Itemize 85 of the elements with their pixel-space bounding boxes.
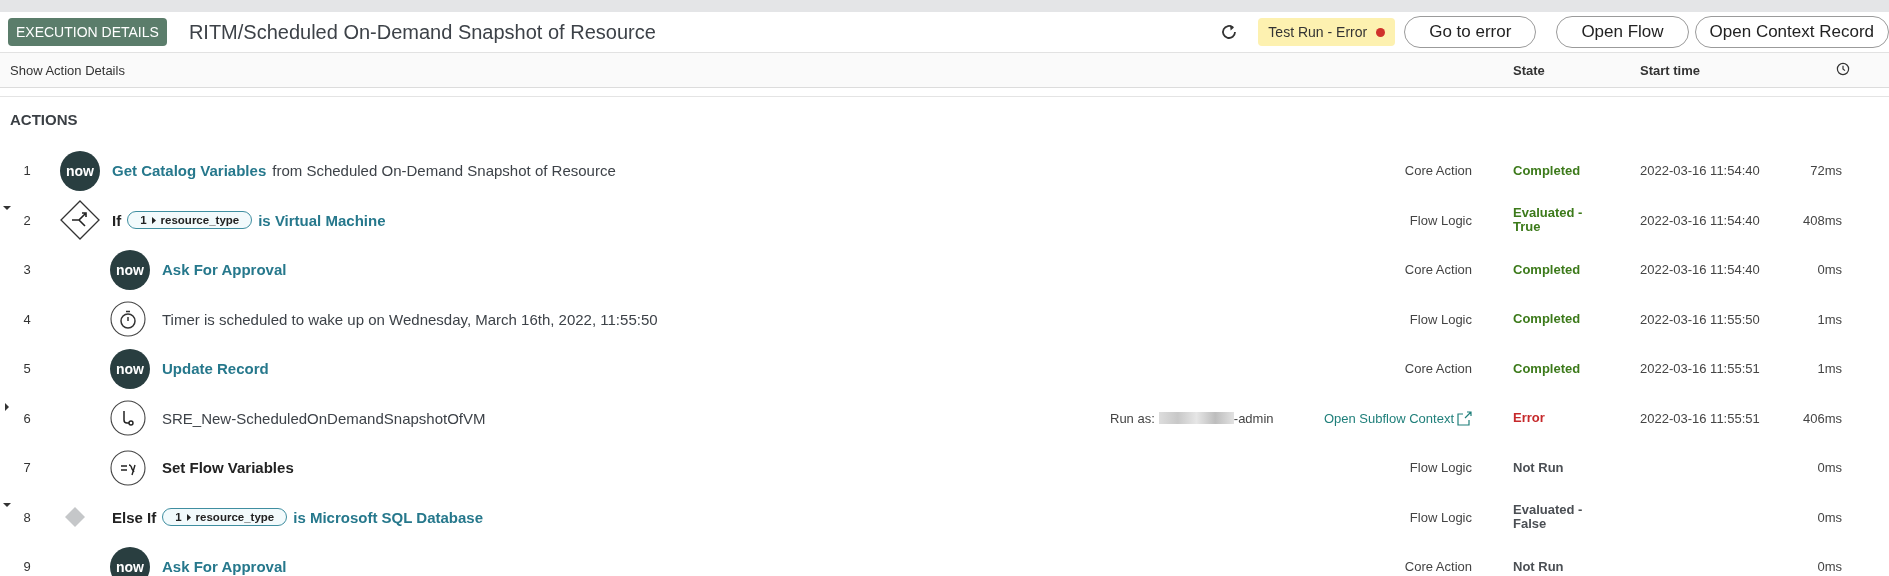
action-type: Flow Logic xyxy=(1408,509,1472,525)
action-link[interactable]: Update Record xyxy=(162,360,269,378)
now-logo: now xyxy=(110,348,150,389)
now-logo: now xyxy=(110,546,150,576)
action-label: Set Flow Variables xyxy=(162,459,294,477)
row-number: 4 xyxy=(22,311,32,327)
state-label: Error xyxy=(1513,411,1546,426)
external-link-icon xyxy=(1457,410,1472,426)
go-to-error-button[interactable]: Go to error xyxy=(1404,16,1537,48)
now-logo: now xyxy=(60,150,100,191)
action-type: Flow Logic xyxy=(1408,212,1472,228)
subflow-icon xyxy=(110,400,146,437)
open-context-record-button[interactable]: Open Context Record xyxy=(1694,16,1889,48)
show-action-details-toggle[interactable]: Show Action Details xyxy=(0,62,1472,78)
start-time-column-header: Start time xyxy=(1640,62,1701,78)
start-time: 2022-03-16 11:55:50 xyxy=(1640,311,1761,327)
start-time: 2022-03-16 11:54:40 xyxy=(1640,163,1761,179)
condition-keyword: If xyxy=(112,211,122,229)
start-time: 2022-03-16 11:55:51 xyxy=(1640,361,1761,377)
action-label: SRE_New-ScheduledOnDemandSnapshotOfVM xyxy=(162,409,486,427)
execution-details-badge: EXECUTION DETAILS xyxy=(8,18,167,46)
state-label: Completed xyxy=(1513,312,1582,327)
action-type: Core Action xyxy=(1403,559,1472,575)
start-time: 2022-03-16 11:54:40 xyxy=(1640,212,1761,228)
variables-icon xyxy=(110,449,146,486)
action-type: Core Action xyxy=(1403,262,1472,278)
state-label: Completed xyxy=(1513,163,1582,178)
else-diamond-icon xyxy=(65,507,85,528)
now-logo: now xyxy=(110,249,150,290)
action-type: Core Action xyxy=(1403,163,1472,179)
action-label: Timer is scheduled to wake up on Wednesday, March 16th, 2022, 11:55:50 xyxy=(162,310,658,328)
data-pill[interactable]: 1 resource_type xyxy=(127,211,253,230)
duration: 72ms xyxy=(1809,163,1843,179)
action-link[interactable]: is Virtual Machine xyxy=(258,211,386,229)
duration: 0ms xyxy=(1816,509,1843,525)
row-number: 9 xyxy=(22,559,32,575)
state-label: Completed xyxy=(1513,262,1582,277)
open-flow-button[interactable]: Open Flow xyxy=(1556,16,1689,48)
action-type: Core Action xyxy=(1403,361,1472,377)
run-as-label: Run as: xyxy=(1110,410,1155,426)
start-time: 2022-03-16 11:55:51 xyxy=(1640,410,1761,426)
duration: 0ms xyxy=(1816,460,1843,476)
section-title: ACTIONS xyxy=(9,110,79,130)
collapse-caret-icon[interactable] xyxy=(3,204,11,211)
state-label: Evaluated - False xyxy=(1513,503,1584,532)
duration: 406ms xyxy=(1801,410,1843,426)
row-number: 8 xyxy=(22,509,32,525)
refresh-icon[interactable] xyxy=(1220,23,1239,41)
run-as-user: -admin xyxy=(1233,410,1274,426)
action-link[interactable]: Ask For Approval xyxy=(162,261,287,279)
state-column-header: State xyxy=(1513,62,1546,78)
open-subflow-context-link[interactable]: Open Subflow Context xyxy=(1323,410,1472,426)
action-label: from Scheduled On-Demand Snapshot of Resource xyxy=(272,162,616,180)
start-time: 2022-03-16 11:54:40 xyxy=(1640,262,1761,278)
stopwatch-icon xyxy=(110,301,146,338)
state-label: Not Run xyxy=(1513,559,1565,574)
duration: 1ms xyxy=(1816,311,1843,327)
duration: 0ms xyxy=(1816,262,1843,278)
duration: 408ms xyxy=(1801,212,1843,228)
row-number: 5 xyxy=(22,361,32,377)
row-number: 6 xyxy=(22,410,32,426)
clock-icon xyxy=(1836,61,1850,76)
duration: 0ms xyxy=(1816,559,1843,575)
collapse-caret-icon[interactable] xyxy=(3,501,11,508)
row-number: 2 xyxy=(22,212,32,228)
test-run-status-badge: Test Run - Error xyxy=(1258,18,1396,46)
duration: 1ms xyxy=(1816,361,1843,377)
caret-icon xyxy=(151,216,156,224)
row-number: 1 xyxy=(22,163,32,179)
expand-caret-icon[interactable] xyxy=(4,402,10,411)
caret-icon xyxy=(186,513,191,521)
action-type: Flow Logic xyxy=(1408,311,1472,327)
row-number: 3 xyxy=(22,262,32,278)
action-link[interactable]: Get Catalog Variables xyxy=(112,162,267,180)
action-link[interactable]: Ask For Approval xyxy=(162,558,287,576)
condition-keyword: Else If xyxy=(112,508,157,526)
flow-title: RITM/Scheduled On-Demand Snapshot of Resource xyxy=(188,20,657,44)
row-number: 7 xyxy=(22,460,32,476)
state-label: Not Run xyxy=(1513,460,1565,475)
state-label: Evaluated - True xyxy=(1513,206,1584,235)
action-type: Flow Logic xyxy=(1408,460,1472,476)
action-link[interactable]: is Microsoft SQL Database xyxy=(293,508,483,526)
branch-diamond-icon xyxy=(60,200,100,241)
data-pill[interactable]: 1 resource_type xyxy=(162,508,288,527)
state-label: Completed xyxy=(1513,361,1582,376)
